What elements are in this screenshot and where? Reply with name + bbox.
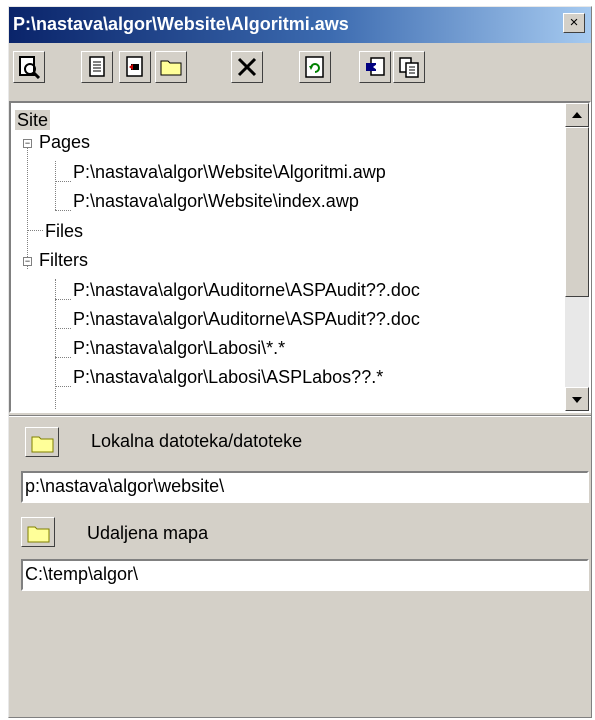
folder-icon [27, 526, 50, 543]
publish-button[interactable] [119, 51, 151, 83]
toolbar [9, 47, 591, 97]
tree-item-filter[interactable]: P:\nastava\algor\Labosi\ASPLabos??.* [73, 366, 383, 388]
preview-button[interactable] [13, 51, 45, 83]
properties-button[interactable] [81, 51, 113, 83]
delete-icon [237, 57, 257, 77]
new-folder-button[interactable] [155, 51, 187, 83]
tree-item-site[interactable]: Site [15, 109, 51, 131]
scroll-down-button[interactable] [565, 387, 589, 411]
tree-line [55, 328, 71, 329]
scroll-up-button[interactable] [565, 103, 589, 127]
site-window: P:\nastava\algor\Website\Algoritmi.aws × [8, 6, 592, 718]
tree-line [55, 161, 56, 210]
tree-item-label: Site [15, 110, 51, 130]
import-icon [366, 57, 385, 76]
vertical-scrollbar[interactable] [565, 103, 589, 411]
tree-line [55, 299, 71, 300]
arrow-up-icon [572, 112, 582, 118]
tree-item-filter[interactable]: P:\nastava\algor\Auditorne\ASPAudit??.do… [73, 279, 420, 301]
import-button[interactable] [359, 51, 391, 83]
divider [9, 415, 591, 417]
window-title: P:\nastava\algor\Website\Algoritmi.aws [13, 14, 349, 34]
scroll-thumb[interactable] [565, 127, 589, 297]
refresh-icon [305, 56, 324, 78]
browse-remote-button[interactable] [21, 517, 55, 547]
new-folder-icon [160, 60, 182, 76]
copy-icon [399, 57, 419, 78]
local-path-field[interactable]: p:\nastava\algor\website\ [21, 471, 589, 503]
tree-item-page[interactable]: P:\nastava\algor\Website\index.awp [73, 190, 359, 212]
tree-line [55, 357, 71, 358]
remote-path-field[interactable]: C:\temp\algor\ [21, 559, 589, 591]
folder-icon [31, 436, 54, 453]
tree-line [27, 141, 28, 269]
tree-item-files[interactable]: Files [45, 220, 83, 242]
remote-folder-label: Udaljena mapa [87, 523, 209, 543]
close-button[interactable]: × [563, 13, 585, 33]
copy-button[interactable] [393, 51, 425, 83]
tree-item-filter[interactable]: P:\nastava\algor\Labosi\*.* [73, 337, 285, 359]
tree-item-pages[interactable]: Pages [39, 131, 90, 153]
tree-line [55, 210, 71, 211]
collapse-toggle[interactable]: − [23, 139, 32, 148]
tree-item-page[interactable]: P:\nastava\algor\Website\Algoritmi.awp [73, 161, 386, 183]
delete-button[interactable] [231, 51, 263, 83]
publish-icon [126, 56, 143, 77]
refresh-button[interactable] [299, 51, 331, 83]
tree-item-filter[interactable]: P:\nastava\algor\Auditorne\ASPAudit??.do… [73, 308, 420, 330]
tree-item-filters[interactable]: Filters [39, 249, 88, 271]
properties-icon [89, 56, 105, 77]
titlebar[interactable]: P:\nastava\algor\Website\Algoritmi.aws × [9, 7, 591, 43]
site-tree: Site − Pages P:\nastava\algor\Website\Al… [9, 101, 591, 413]
browse-local-button[interactable] [25, 427, 59, 457]
arrow-down-icon [572, 397, 582, 403]
tree-line [55, 181, 71, 182]
preview-icon [19, 56, 41, 79]
tree-line [55, 386, 71, 387]
tree-line [27, 230, 43, 231]
local-files-label: Lokalna datoteka/datoteke [91, 431, 303, 451]
collapse-toggle[interactable]: − [23, 257, 32, 266]
